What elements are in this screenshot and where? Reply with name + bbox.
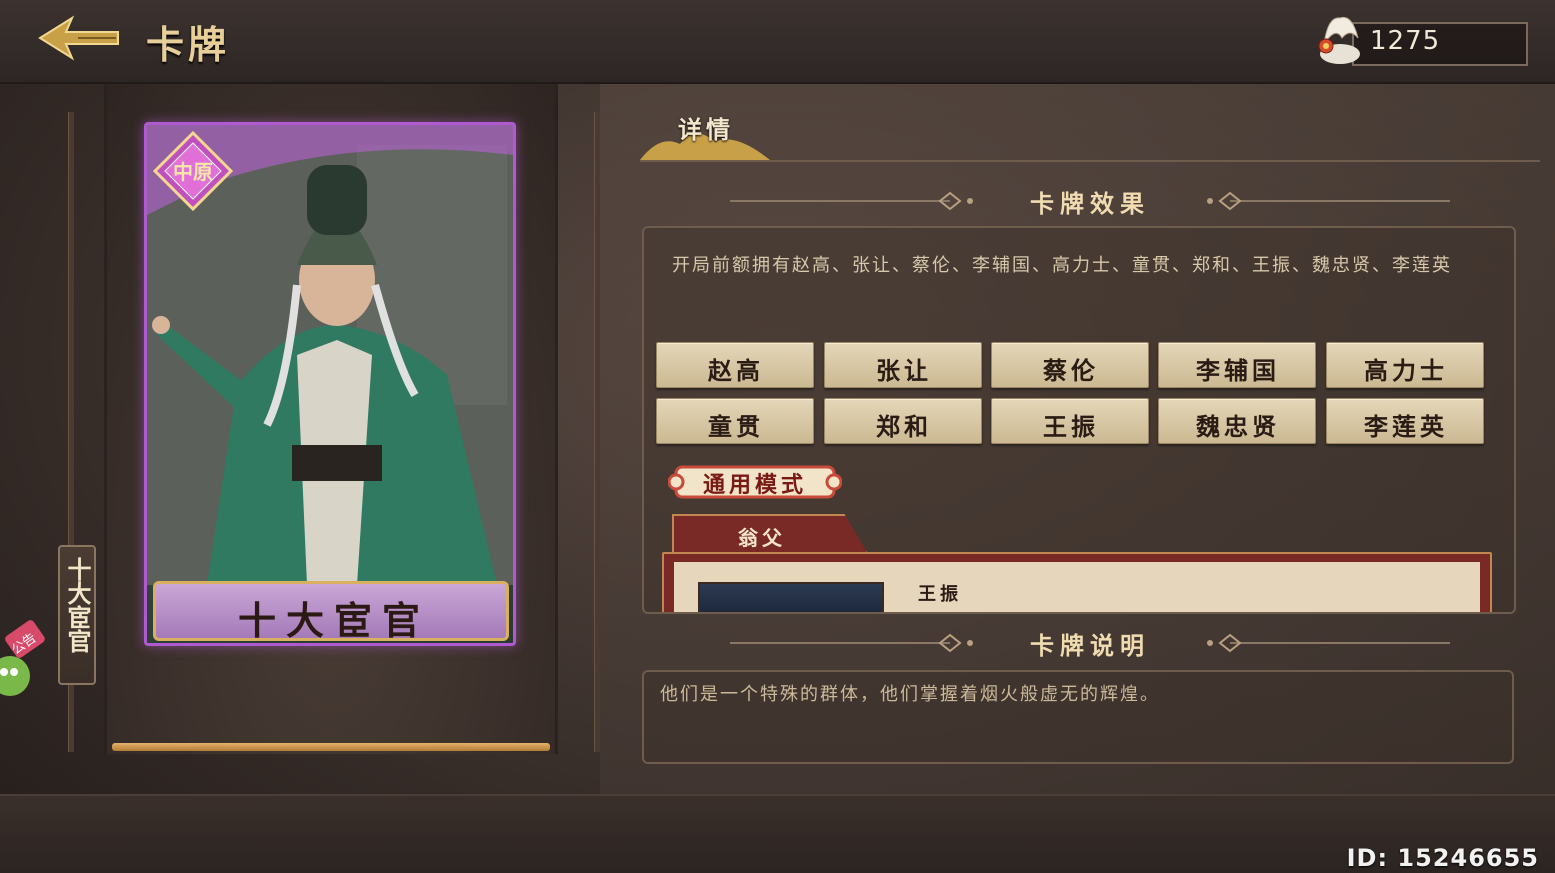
name-button-3[interactable]: 蔡伦 (991, 342, 1149, 388)
player-id: ID: 15246655 (1346, 844, 1539, 872)
skill-tab-label: 翁父 (738, 526, 786, 550)
mode-tag: 通用模式 (668, 464, 842, 500)
currency-display: 1275 (1310, 8, 1530, 68)
name-button-label: 李莲英 (1364, 412, 1448, 441)
currency-value: 1275 (1370, 26, 1441, 56)
page-title: 卡牌 (146, 22, 231, 67)
card-nameplate: 十大宦官 (153, 581, 509, 643)
effect-text: 开局前额拥有赵高、张让、蔡伦、李辅国、高力士、童贯、郑和、王振、魏忠贤、李莲英 (672, 255, 1452, 276)
card-vertical-tag[interactable]: 十大宦官 (58, 545, 96, 685)
description-box: 他们是一个特殊的群体，他们掌握着烟火般虚无的辉煌。 (642, 670, 1514, 764)
name-button-8[interactable]: 王振 (991, 398, 1149, 444)
card-base-bar (112, 743, 550, 751)
skill-portrait-icon (698, 582, 884, 612)
name-button-label: 王振 (1043, 412, 1099, 441)
name-button-6[interactable]: 童贯 (656, 398, 814, 444)
tab-detail[interactable]: 详情 (640, 104, 770, 164)
name-button-label: 张让 (876, 356, 932, 385)
description-section-header: 卡牌说明 (730, 626, 1450, 660)
top-bar: 卡牌 1275 (0, 0, 1555, 84)
card-artwork: 中原 十大宦官 (144, 122, 516, 646)
name-button-label: 高力士 (1364, 356, 1448, 385)
notice-icon: 公告 (0, 620, 45, 696)
effect-box: 开局前额拥有赵高、张让、蔡伦、李辅国、高力士、童贯、郑和、王振、魏忠贤、李莲英 … (642, 226, 1516, 614)
name-button-7[interactable]: 郑和 (824, 398, 982, 444)
tab-detail-label: 详情 (678, 115, 734, 144)
bottom-strip (0, 794, 1555, 873)
mode-tag-label: 通用模式 (702, 472, 807, 498)
name-button-label: 蔡伦 (1043, 356, 1099, 385)
skill-tab[interactable]: 翁父 (672, 514, 868, 554)
faction-badge-text: 中原 (173, 160, 213, 184)
card-vertical-tag-label: 十大宦官 (63, 557, 92, 653)
skill-card-inner: 王振 (674, 562, 1480, 612)
description-text: 他们是一个特殊的群体，他们掌握着烟火般虚无的辉煌。 (660, 684, 1160, 705)
name-button-label: 童贯 (708, 412, 764, 441)
name-button-2[interactable]: 张让 (824, 342, 982, 388)
tab-underline (640, 160, 1540, 162)
name-button-1[interactable]: 赵高 (656, 342, 814, 388)
description-section-title: 卡牌说明 (1030, 631, 1150, 660)
back-button[interactable] (38, 12, 120, 64)
back-arrow-icon (38, 15, 119, 61)
effect-section-title: 卡牌效果 (1030, 189, 1150, 218)
name-button-label: 赵高 (708, 356, 764, 385)
name-button-label: 魏忠贤 (1196, 412, 1280, 441)
skill-entry-name: 王振 (918, 584, 962, 605)
name-button-label: 郑和 (876, 412, 932, 441)
notice-button[interactable]: 公告 (0, 620, 46, 700)
effect-section-header: 卡牌效果 (730, 184, 1450, 218)
card-name: 十大宦官 (237, 598, 430, 643)
faction-badge-icon: 中原 (153, 131, 233, 211)
name-button-10[interactable]: 李莲英 (1326, 398, 1484, 444)
currency-icon (1318, 16, 1360, 64)
name-button-4[interactable]: 李辅国 (1158, 342, 1316, 388)
skill-card: 王振 (662, 552, 1492, 612)
name-button-5[interactable]: 高力士 (1326, 342, 1484, 388)
name-button-label: 李辅国 (1196, 356, 1280, 385)
name-button-9[interactable]: 魏忠贤 (1158, 398, 1316, 444)
